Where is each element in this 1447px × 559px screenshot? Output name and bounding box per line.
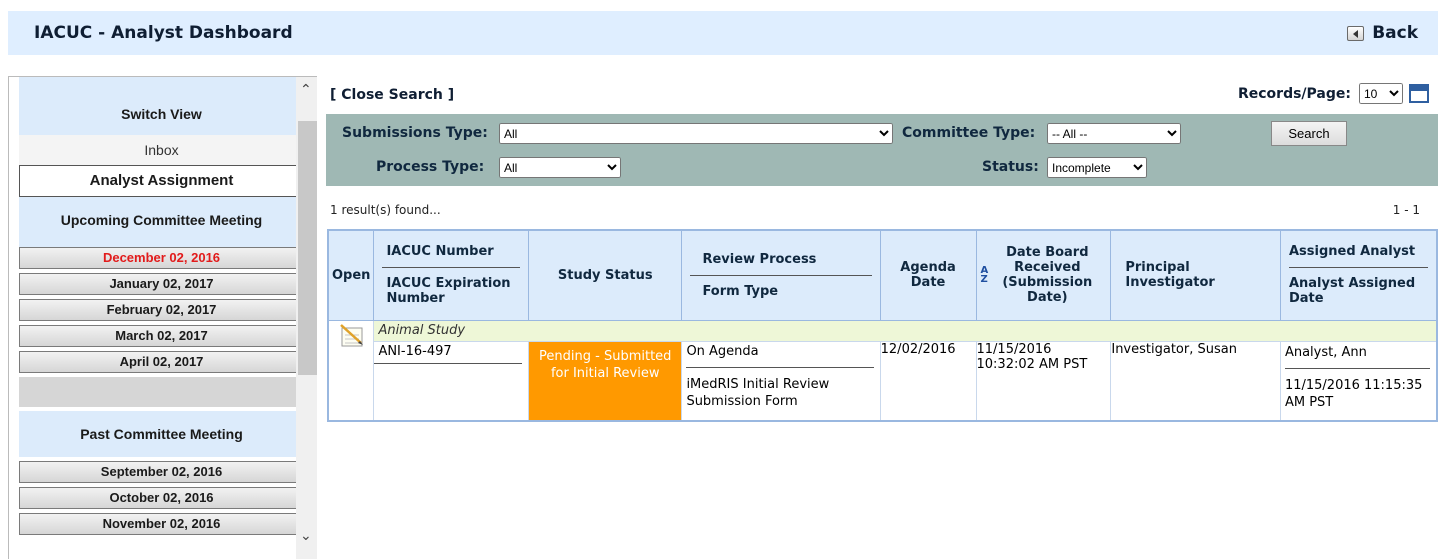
cell-date-received: 11/15/2016 10:32:02 AM PST	[975, 340, 1112, 421]
meeting-date-button[interactable]: January 02, 2017	[19, 273, 304, 295]
analyst-value: Analyst, Ann	[1284, 344, 1367, 360]
page-header: IACUC - Analyst Dashboard Back	[8, 11, 1438, 55]
header-review-process: Review Process	[702, 251, 817, 267]
meeting-date-button[interactable]: April 02, 2017	[19, 351, 304, 373]
switch-view-heading: Switch View	[19, 77, 304, 135]
results-count: 1 result(s) found...	[330, 203, 441, 217]
notepad-open-icon[interactable]	[339, 323, 367, 348]
sidebar: Switch View Inbox Analyst Assignment Upc…	[8, 76, 317, 559]
cell-investigator: Investigator, Susan	[1110, 340, 1281, 421]
header-form-type: Form Type	[702, 283, 779, 299]
assigned-date-value: 11/15/2016 11:15:35 AM PST	[1284, 377, 1423, 410]
calendar-icon[interactable]	[1409, 84, 1429, 103]
group-label: Animal Study	[373, 319, 1438, 342]
page-title: IACUC - Analyst Dashboard	[34, 23, 293, 43]
meeting-date-button[interactable]: September 02, 2016	[19, 461, 304, 483]
scroll-thumb[interactable]	[298, 121, 317, 375]
header-divider	[382, 267, 521, 269]
results-table: Open IACUC Number IACUC Expiration Numbe…	[327, 229, 1438, 422]
records-select[interactable]: 10	[1359, 83, 1403, 104]
cell-divider	[686, 366, 874, 368]
sidebar-spacer	[19, 377, 304, 407]
col-study-status[interactable]: Study Status	[528, 229, 683, 321]
table-row[interactable]: ANI-16-497 Pending - Submitted for Initi…	[328, 340, 1438, 421]
cell-iacuc-number: ANI-16-497	[373, 340, 530, 421]
header-divider	[690, 274, 872, 276]
status-label: Status:	[982, 159, 1039, 175]
open-cell[interactable]	[327, 319, 375, 421]
header-date-received: Date Board Received (Submission Date)	[1002, 245, 1093, 306]
cell-assigned-analyst: Analyst, Ann 11/15/2016 11:15:35 AM PST	[1279, 340, 1438, 421]
study-status-badge: Pending - Submitted for Initial Review	[529, 341, 682, 420]
sidebar-item-analyst-assignment[interactable]: Analyst Assignment	[19, 165, 304, 197]
scroll-down-icon[interactable]: ⌄	[300, 529, 312, 543]
meeting-date-button[interactable]: March 02, 2017	[19, 325, 304, 347]
cell-divider	[374, 362, 523, 364]
back-label: Back	[1372, 23, 1418, 43]
sidebar-content: Switch View Inbox Analyst Assignment Upc…	[19, 77, 304, 535]
cell-review-process: On Agenda iMedRIS Initial Review Submiss…	[681, 340, 881, 421]
process-type-select[interactable]: All	[499, 157, 621, 178]
cell-agenda-date: 12/02/2016	[879, 340, 977, 421]
col-agenda-date[interactable]: Agenda Date	[879, 229, 977, 321]
records-label: Records/Page:	[1237, 85, 1351, 102]
sidebar-item-inbox[interactable]: Inbox	[19, 135, 304, 165]
col-iacuc-number[interactable]: IACUC Number IACUC Expiration Number	[373, 229, 530, 321]
col-review-process[interactable]: Review Process Form Type	[681, 229, 881, 321]
header-iacuc-number: IACUC Number	[386, 244, 494, 260]
review-process-value: On Agenda	[686, 343, 759, 359]
col-date-received[interactable]: AZ Date Board Received (Submission Date)	[975, 229, 1112, 321]
committee-type-select[interactable]: -- All --	[1047, 123, 1181, 144]
col-principal-investigator[interactable]: Principal Investigator	[1110, 229, 1281, 321]
meeting-date-button[interactable]: February 02, 2017	[19, 299, 304, 321]
header-analyst-assigned-date: Analyst Assigned Date	[1288, 276, 1416, 307]
close-search-link[interactable]: [ Close Search ]	[330, 87, 454, 103]
header-assigned-analyst: Assigned Analyst	[1288, 244, 1416, 260]
cell-study-status: Pending - Submitted for Initial Review	[528, 340, 683, 421]
sidebar-scrollbar[interactable]: ⌃ ⌄	[296, 77, 317, 559]
iacuc-number-value: ANI-16-497	[378, 343, 452, 359]
cell-divider	[1284, 367, 1430, 369]
paging-range: 1 - 1	[1392, 203, 1420, 217]
sort-az-icon[interactable]: AZ	[981, 266, 989, 285]
search-panel: Submissions Type: All Committee Type: --…	[326, 114, 1438, 186]
meeting-date-button[interactable]: October 02, 2016	[19, 487, 304, 509]
meeting-date-button[interactable]: November 02, 2016	[19, 513, 304, 535]
header-divider	[1288, 267, 1428, 269]
past-meeting-heading: Past Committee Meeting	[19, 411, 304, 457]
group-row: Animal Study	[327, 319, 1438, 421]
col-assigned-analyst[interactable]: Assigned Analyst Analyst Assigned Date	[1279, 229, 1438, 321]
back-button[interactable]: Back	[1347, 23, 1418, 43]
form-type-value: iMedRIS Initial Review Submission Form	[686, 376, 830, 409]
process-type-label: Process Type:	[376, 159, 485, 175]
submissions-type-label: Submissions Type:	[342, 125, 488, 141]
header-iacuc-expiration: IACUC Expiration Number	[386, 276, 511, 307]
status-select[interactable]: Incomplete	[1047, 157, 1147, 178]
search-button[interactable]: Search	[1271, 121, 1347, 146]
upcoming-meeting-heading: Upcoming Committee Meeting	[19, 197, 304, 247]
committee-type-label: Committee Type:	[902, 125, 1036, 141]
records-per-page: Records/Page: 10	[1238, 83, 1429, 104]
submissions-type-select[interactable]: All	[499, 123, 893, 144]
scroll-up-icon[interactable]: ⌃	[300, 83, 312, 97]
meeting-date-button[interactable]: December 02, 2016	[19, 247, 304, 269]
col-open: Open	[327, 229, 375, 321]
back-arrow-icon	[1347, 25, 1365, 41]
